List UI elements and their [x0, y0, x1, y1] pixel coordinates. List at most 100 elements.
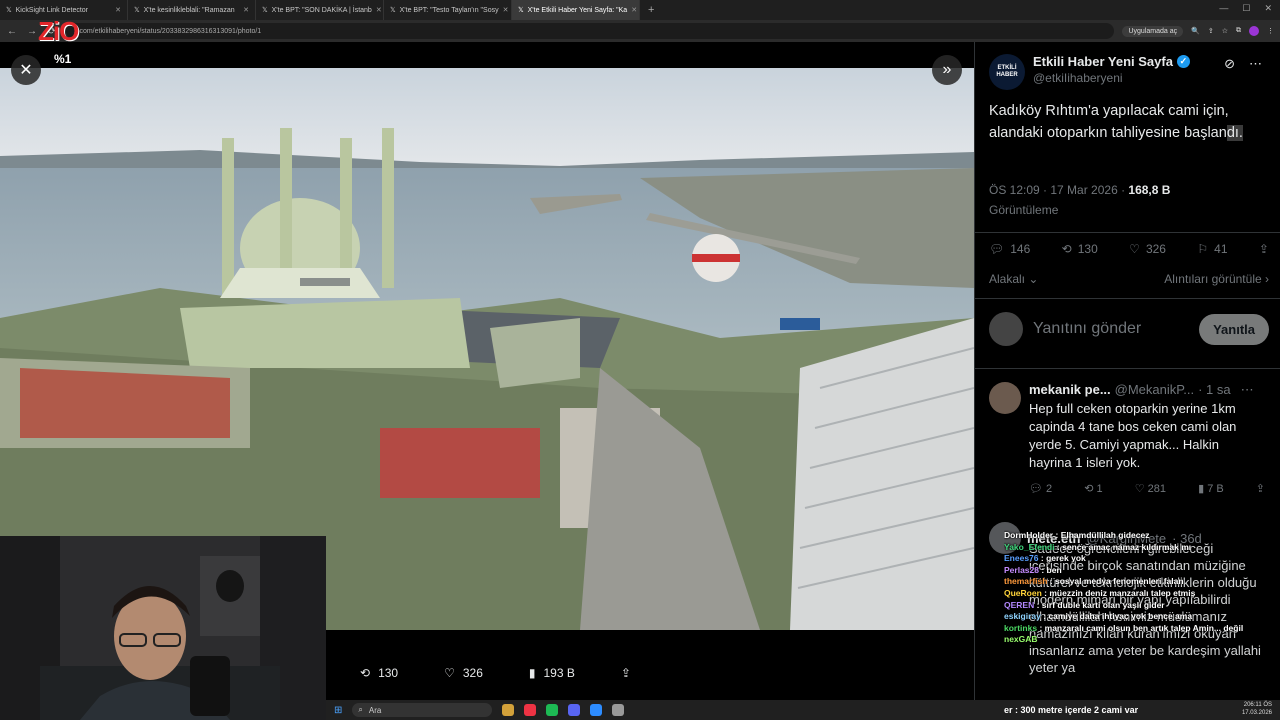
photo-views-button[interactable]: ▮ 193 B — [529, 666, 575, 680]
tab-close-icon[interactable]: ✕ — [115, 6, 121, 14]
grok-icon[interactable]: ⊘ — [1224, 56, 1235, 72]
webcam-feed — [0, 536, 326, 720]
reply-input[interactable]: Yanıtını gönder — [1033, 320, 1189, 338]
tweet-views-label: Görüntüleme — [989, 203, 1059, 217]
reply-item[interactable]: mekanik pe... @MekanikP... · 1 sa ⋯ Hep … — [989, 382, 1275, 495]
reply-avatar[interactable] — [989, 382, 1021, 414]
close-icon: ✕ — [19, 62, 33, 79]
more-options-icon[interactable]: ⋯ — [1249, 56, 1262, 72]
chat-username[interactable]: themarfish — [1004, 576, 1047, 586]
back-icon[interactable]: ← — [6, 26, 18, 37]
like-button[interactable]: ♡ 326 — [1129, 242, 1166, 256]
profile-icon[interactable] — [1249, 26, 1259, 36]
author-handle[interactable]: @etkiIihaberyeni — [1033, 71, 1190, 85]
bookmark-button[interactable]: ⚐ 41 — [1197, 242, 1227, 256]
chat-separator: : — [1038, 553, 1047, 564]
taskbar-search[interactable]: ⌕ Ara — [352, 703, 493, 717]
share-button[interactable]: ⇪ — [1259, 242, 1269, 256]
menu-icon[interactable]: ⋮ — [1267, 27, 1274, 35]
star-icon[interactable]: ☆ — [1222, 27, 1228, 35]
user-avatar[interactable] — [989, 312, 1023, 346]
start-icon[interactable]: ⊞ — [334, 705, 342, 716]
like-count: 326 — [1145, 242, 1166, 256]
bar-chart-icon: ▮ — [528, 666, 536, 680]
chat-message: Perlas28 : ben — [1004, 565, 1274, 577]
close-photo-button[interactable]: ✕ — [11, 55, 41, 85]
reply-reply-button[interactable]: 💬︎ 2 — [1029, 482, 1052, 495]
clock-date: 17.03.2026 — [1241, 710, 1272, 716]
browser-tab[interactable]: 𝕏 X'te Etkili Haber Yeni Sayfa: "Ka ✕ — [512, 0, 640, 20]
bookmark-icon: ⚐ — [1197, 242, 1209, 256]
photo-retweet-button[interactable]: ⟲ 130 — [360, 666, 398, 680]
chevron-down-icon: ⌄ — [1028, 272, 1039, 286]
tab-close-icon[interactable]: ✕ — [376, 6, 382, 14]
reply-reply-count: 2 — [1046, 483, 1053, 495]
minimize-icon[interactable]: — — [1219, 3, 1228, 14]
browser-tab[interactable]: 𝕏 X'te kesinlikleblali: "Ramazan ✕ — [128, 0, 256, 20]
reply-retweet-button[interactable]: ⟲ 1 — [1084, 482, 1102, 495]
browser-tab[interactable]: 𝕏 X'te BPT: "SON DAKİKA | İstanb ✕ — [256, 0, 384, 20]
tab-close-icon[interactable]: ✕ — [503, 6, 509, 14]
reply-submit-button[interactable]: Yanıtla — [1199, 313, 1269, 345]
related-dropdown[interactable]: Alakalı ⌄ — [989, 272, 1038, 286]
reply-author-handle[interactable]: @MekanikP... — [1115, 382, 1194, 398]
search-icon: ⌕ — [358, 705, 363, 714]
chat-username[interactable]: nexGAB — [1004, 634, 1038, 644]
open-in-app-button[interactable]: Uygulamada aç — [1122, 25, 1184, 37]
reply-views-button[interactable]: ▮ 7 B — [1198, 482, 1224, 495]
new-tab-button[interactable]: + — [640, 4, 662, 16]
browser-tab-bar: 𝕏 KickSight Link Detector ✕ 𝕏 X'te kesinlikl… — [0, 0, 1280, 20]
verified-badge-icon: ✓ — [1176, 55, 1190, 68]
streamer-webcam-image — [0, 536, 326, 720]
close-window-icon[interactable]: ✕ — [1264, 3, 1272, 14]
collapse-sidebar-button[interactable]: » — [932, 55, 962, 85]
retweet-button[interactable]: ⟲ 130 — [1062, 242, 1098, 256]
tweet-author[interactable]: ETKİLİ HABER Etkili Haber Yeni Sayfa ✓ @… — [989, 54, 1190, 90]
reply-like-button[interactable]: ♡ 281 — [1135, 482, 1166, 495]
more-options-icon[interactable]: ⋯ — [1241, 382, 1254, 398]
tab-close-icon[interactable]: ✕ — [243, 6, 249, 14]
taskbar-clock[interactable]: 206:11 ÖS 17.03.2026 — [1242, 701, 1272, 717]
chat-username[interactable]: Yako_Efendi — [1004, 542, 1055, 552]
photo-like-button[interactable]: ♡ 326 — [444, 666, 483, 680]
tab-favicon-icon: 𝕏 — [518, 7, 524, 14]
discord-icon[interactable] — [568, 704, 581, 716]
reply-author-name[interactable]: mekanik pe... — [1029, 382, 1111, 398]
reply-retweet-count: 1 — [1096, 483, 1103, 495]
author-name[interactable]: Etkili Haber Yeni Sayfa — [1033, 54, 1173, 69]
chat-username[interactable]: Perlas28 — [1004, 565, 1039, 575]
author-avatar[interactable]: ETKİLİ HABER — [989, 54, 1025, 90]
view-quotes-link[interactable]: Alıntıları görüntüle › — [1164, 272, 1269, 286]
maximize-icon[interactable]: ☐ — [1242, 3, 1250, 14]
reply-share-button[interactable]: ⇪ — [1256, 482, 1265, 495]
app-icon[interactable] — [612, 704, 625, 716]
extensions-icon[interactable]: ⧉ — [1236, 27, 1241, 35]
heart-icon: ♡ — [444, 666, 455, 680]
tab-close-icon[interactable]: ✕ — [631, 6, 637, 14]
chat-username[interactable]: DormHolder — [1004, 530, 1053, 540]
forward-icon[interactable]: → — [26, 26, 38, 37]
reply-button[interactable]: 💬︎ 146 — [989, 242, 1030, 256]
tab-label: KickSight Link Detector — [15, 6, 89, 14]
chrome-icon[interactable] — [524, 704, 537, 716]
chat-username[interactable]: eskigiray — [1004, 611, 1041, 621]
photo-share-button[interactable]: ⇪ — [621, 666, 631, 680]
chat-username[interactable]: kortinks — [1004, 623, 1037, 633]
spotify-icon[interactable] — [546, 704, 559, 716]
zoom-icon[interactable]: 🔍 — [1191, 27, 1200, 35]
chat-message: Enees76 : gerek yok — [1004, 553, 1274, 565]
chat-separator: : — [1037, 622, 1045, 633]
browser-tab[interactable]: 𝕏 X'te BPT: "Testo Taylan'ın "Sosy ✕ — [384, 0, 512, 20]
chat-username[interactable]: Enees76 — [1004, 553, 1039, 563]
chat-username[interactable]: QEREN — [1004, 600, 1034, 610]
share-icon[interactable]: ⇪ — [1208, 27, 1214, 35]
tweet-timestamp[interactable]: ÖS 12:09 · 17 Mar 2026 · — [989, 183, 1128, 197]
file-explorer-icon[interactable] — [502, 704, 515, 716]
browser-toolbar: ← → ⟳ x.com/etkilihaberyeni/status/20338… — [0, 20, 1280, 42]
retweet-count: 130 — [1077, 242, 1098, 256]
address-bar[interactable]: x.com/etkilihaberyeni/status/20338329863… — [66, 23, 1115, 39]
app-icon[interactable] — [590, 704, 603, 716]
chat-username[interactable]: QueRoen — [1004, 588, 1042, 598]
chat-message: DormHolder : Elhamdüllilah gidecez — [1004, 530, 1274, 542]
chat-text: sırf duble karti olan yaşlı gider — [1041, 599, 1165, 610]
